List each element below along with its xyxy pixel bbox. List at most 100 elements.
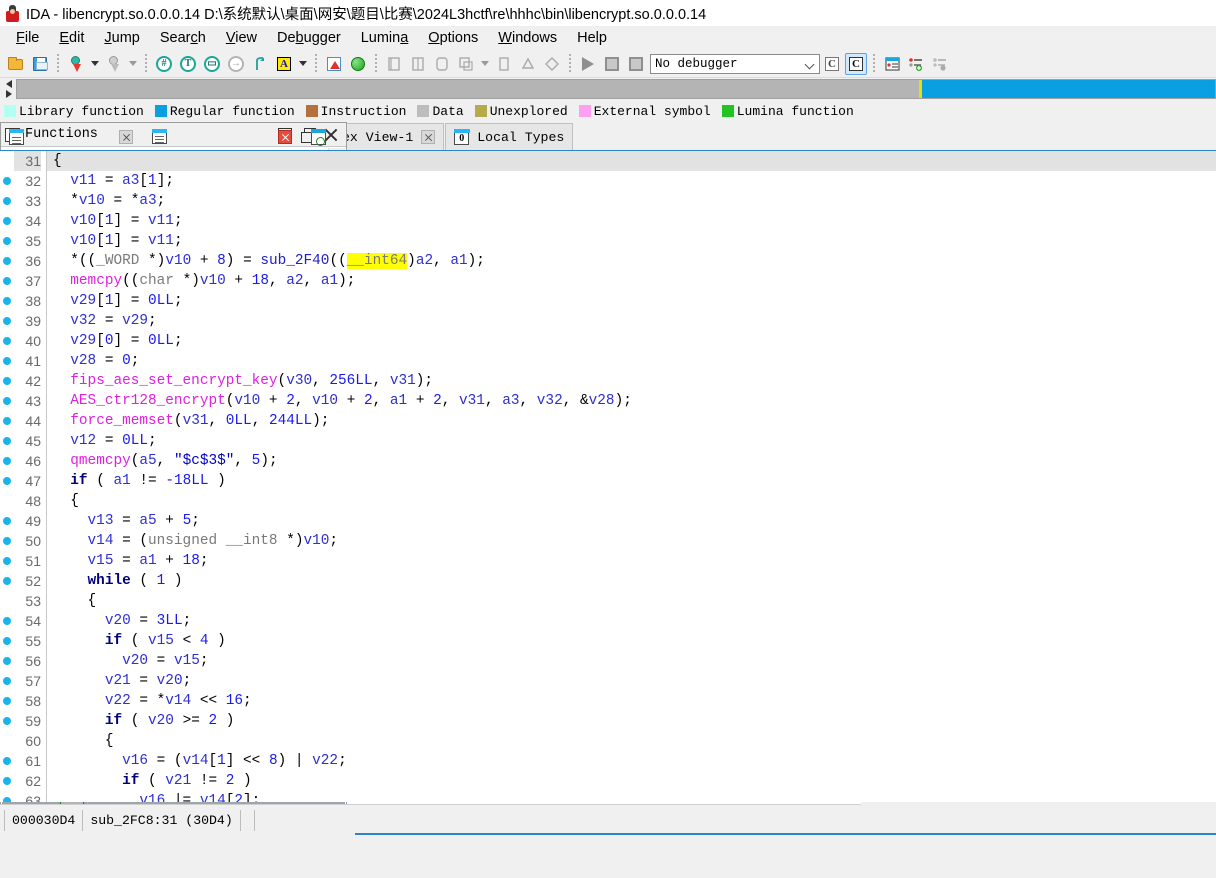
enum-icon[interactable]: [431, 53, 453, 75]
code-line[interactable]: {: [47, 731, 1216, 751]
code-line[interactable]: v28 = 0;: [47, 351, 1216, 371]
code-line[interactable]: memcpy((char *)v10 + 18, a2, a1);: [47, 271, 1216, 291]
proximity-view-icon[interactable]: ▭: [201, 53, 223, 75]
save-file-icon[interactable]: [29, 53, 51, 75]
code-line[interactable]: if ( v20 >= 2 ): [47, 711, 1216, 731]
struct-icon[interactable]: [407, 53, 429, 75]
menu-edit[interactable]: Edit: [49, 28, 94, 48]
breakpoints-icon[interactable]: [881, 53, 903, 75]
breakpoint-marker[interactable]: [0, 371, 14, 391]
navigation-band[interactable]: [16, 79, 1216, 99]
pattern-icon[interactable]: [493, 53, 515, 75]
breakpoint-marker[interactable]: [0, 591, 14, 611]
run-icon[interactable]: [577, 53, 599, 75]
code-line[interactable]: if ( v15 < 4 ): [47, 631, 1216, 651]
breakpoint-marker[interactable]: [0, 551, 14, 571]
code-line[interactable]: *v10 = *a3;: [47, 191, 1216, 211]
tab-close-icon[interactable]: [421, 130, 435, 144]
breakpoint-marker[interactable]: [0, 511, 14, 531]
breakpoint-marker[interactable]: [0, 611, 14, 631]
code-text-column[interactable]: { v11 = a3[1]; *v10 = *a3; v10[1] = v11;…: [46, 151, 1216, 802]
code-line[interactable]: v14 = (unsigned __int8 *)v10;: [47, 531, 1216, 551]
code-line[interactable]: while ( 1 ): [47, 571, 1216, 591]
code-line[interactable]: v16 = (v14[1] << 8) | v22;: [47, 751, 1216, 771]
back-nav-icon[interactable]: [65, 53, 87, 75]
tab-close-icon[interactable]: [278, 130, 292, 144]
breakpoint-marker[interactable]: [0, 331, 14, 351]
code-line[interactable]: v16 |= v14[2];: [47, 791, 1216, 802]
breakpoint-marker[interactable]: [0, 771, 14, 791]
breakpoint-marker[interactable]: [0, 151, 14, 171]
tab-close-icon[interactable]: [119, 130, 133, 144]
menu-help[interactable]: Help: [567, 28, 617, 48]
breakpoint-marker[interactable]: [0, 291, 14, 311]
add-bpt-icon[interactable]: [905, 53, 927, 75]
forward-nav-dropdown-icon[interactable]: [129, 61, 137, 66]
breakpoint-marker[interactable]: [0, 211, 14, 231]
pseudocode-view[interactable]: 3132333435363738394041424344454647484950…: [0, 150, 1216, 802]
color-mark-icon[interactable]: [323, 53, 345, 75]
menu-view[interactable]: View: [216, 28, 267, 48]
code-line[interactable]: if ( a1 != -18LL ): [47, 471, 1216, 491]
segment-dropdown-icon[interactable]: [481, 61, 489, 66]
del-bpt-icon[interactable]: [929, 53, 951, 75]
code-line[interactable]: *((_WORD *)v10 + 8) = sub_2F40((__int64)…: [47, 251, 1216, 271]
export-data-icon[interactable]: →: [225, 53, 247, 75]
breakpoint-marker[interactable]: [0, 651, 14, 671]
open-file-icon[interactable]: [5, 53, 27, 75]
code-line[interactable]: v20 = v15;: [47, 651, 1216, 671]
breakpoint-marker[interactable]: [0, 671, 14, 691]
breakpoint-marker[interactable]: [0, 471, 14, 491]
breakpoint-marker[interactable]: [0, 351, 14, 371]
code-line[interactable]: fips_aes_set_encrypt_key(v30, 256LL, v31…: [47, 371, 1216, 391]
code-line[interactable]: v21 = v20;: [47, 671, 1216, 691]
breakpoint-marker[interactable]: [0, 431, 14, 451]
breakpoint-marker[interactable]: [0, 171, 14, 191]
forward-nav-icon[interactable]: [103, 53, 125, 75]
stop-icon[interactable]: [625, 53, 647, 75]
green-dot-icon[interactable]: [347, 53, 369, 75]
tab-local-types[interactable]: Local Types: [445, 123, 573, 150]
code-line[interactable]: if ( v21 != 2 ): [47, 771, 1216, 791]
breakpoint-marker[interactable]: [0, 531, 14, 551]
breakpoint-marker[interactable]: [0, 631, 14, 651]
highlight-dropdown-icon[interactable]: [299, 61, 307, 66]
pause-icon[interactable]: [601, 53, 623, 75]
code-line[interactable]: AES_ctr128_encrypt(v10 + 2, v10 + 2, a1 …: [47, 391, 1216, 411]
breakpoint-marker[interactable]: [0, 271, 14, 291]
menu-debugger[interactable]: Debugger: [267, 28, 351, 48]
breakpoint-marker[interactable]: [0, 751, 14, 771]
highlight-icon[interactable]: A: [273, 53, 295, 75]
breakpoint-marker[interactable]: [0, 231, 14, 251]
segment-icon[interactable]: [455, 53, 477, 75]
breakpoint-marker[interactable]: [0, 411, 14, 431]
breakpoint-marker[interactable]: [0, 191, 14, 211]
decompile-icon[interactable]: C: [821, 53, 843, 75]
code-line[interactable]: v13 = a5 + 5;: [47, 511, 1216, 531]
menu-lumina[interactable]: Lumina: [351, 28, 419, 48]
breakpoint-marker[interactable]: [0, 491, 14, 511]
code-line[interactable]: v29[1] = 0LL;: [47, 291, 1216, 311]
diamond-icon[interactable]: [541, 53, 563, 75]
graph-view-icon[interactable]: #: [153, 53, 175, 75]
code-line[interactable]: v20 = 3LL;: [47, 611, 1216, 631]
code-line[interactable]: {: [47, 491, 1216, 511]
jump-up-icon[interactable]: [249, 53, 271, 75]
stack-frame-icon[interactable]: [383, 53, 405, 75]
breakpoint-marker[interactable]: [0, 791, 14, 802]
breakpoint-marker[interactable]: [0, 391, 14, 411]
breakpoint-marker[interactable]: [0, 251, 14, 271]
code-line[interactable]: v11 = a3[1];: [47, 171, 1216, 191]
breakpoint-marker[interactable]: [0, 691, 14, 711]
menu-search[interactable]: Search: [150, 28, 216, 48]
breakpoint-marker[interactable]: [0, 451, 14, 471]
code-line[interactable]: v32 = v29;: [47, 311, 1216, 331]
menu-windows[interactable]: Windows: [488, 28, 567, 48]
code-line[interactable]: v29[0] = 0LL;: [47, 331, 1216, 351]
menu-jump[interactable]: Jump: [94, 28, 149, 48]
menu-file[interactable]: File: [6, 28, 49, 48]
text-view-icon[interactable]: T: [177, 53, 199, 75]
nav-right-arrow-icon[interactable]: [6, 90, 12, 98]
shape-icon[interactable]: [517, 53, 539, 75]
debugger-select[interactable]: No debugger: [650, 54, 820, 74]
